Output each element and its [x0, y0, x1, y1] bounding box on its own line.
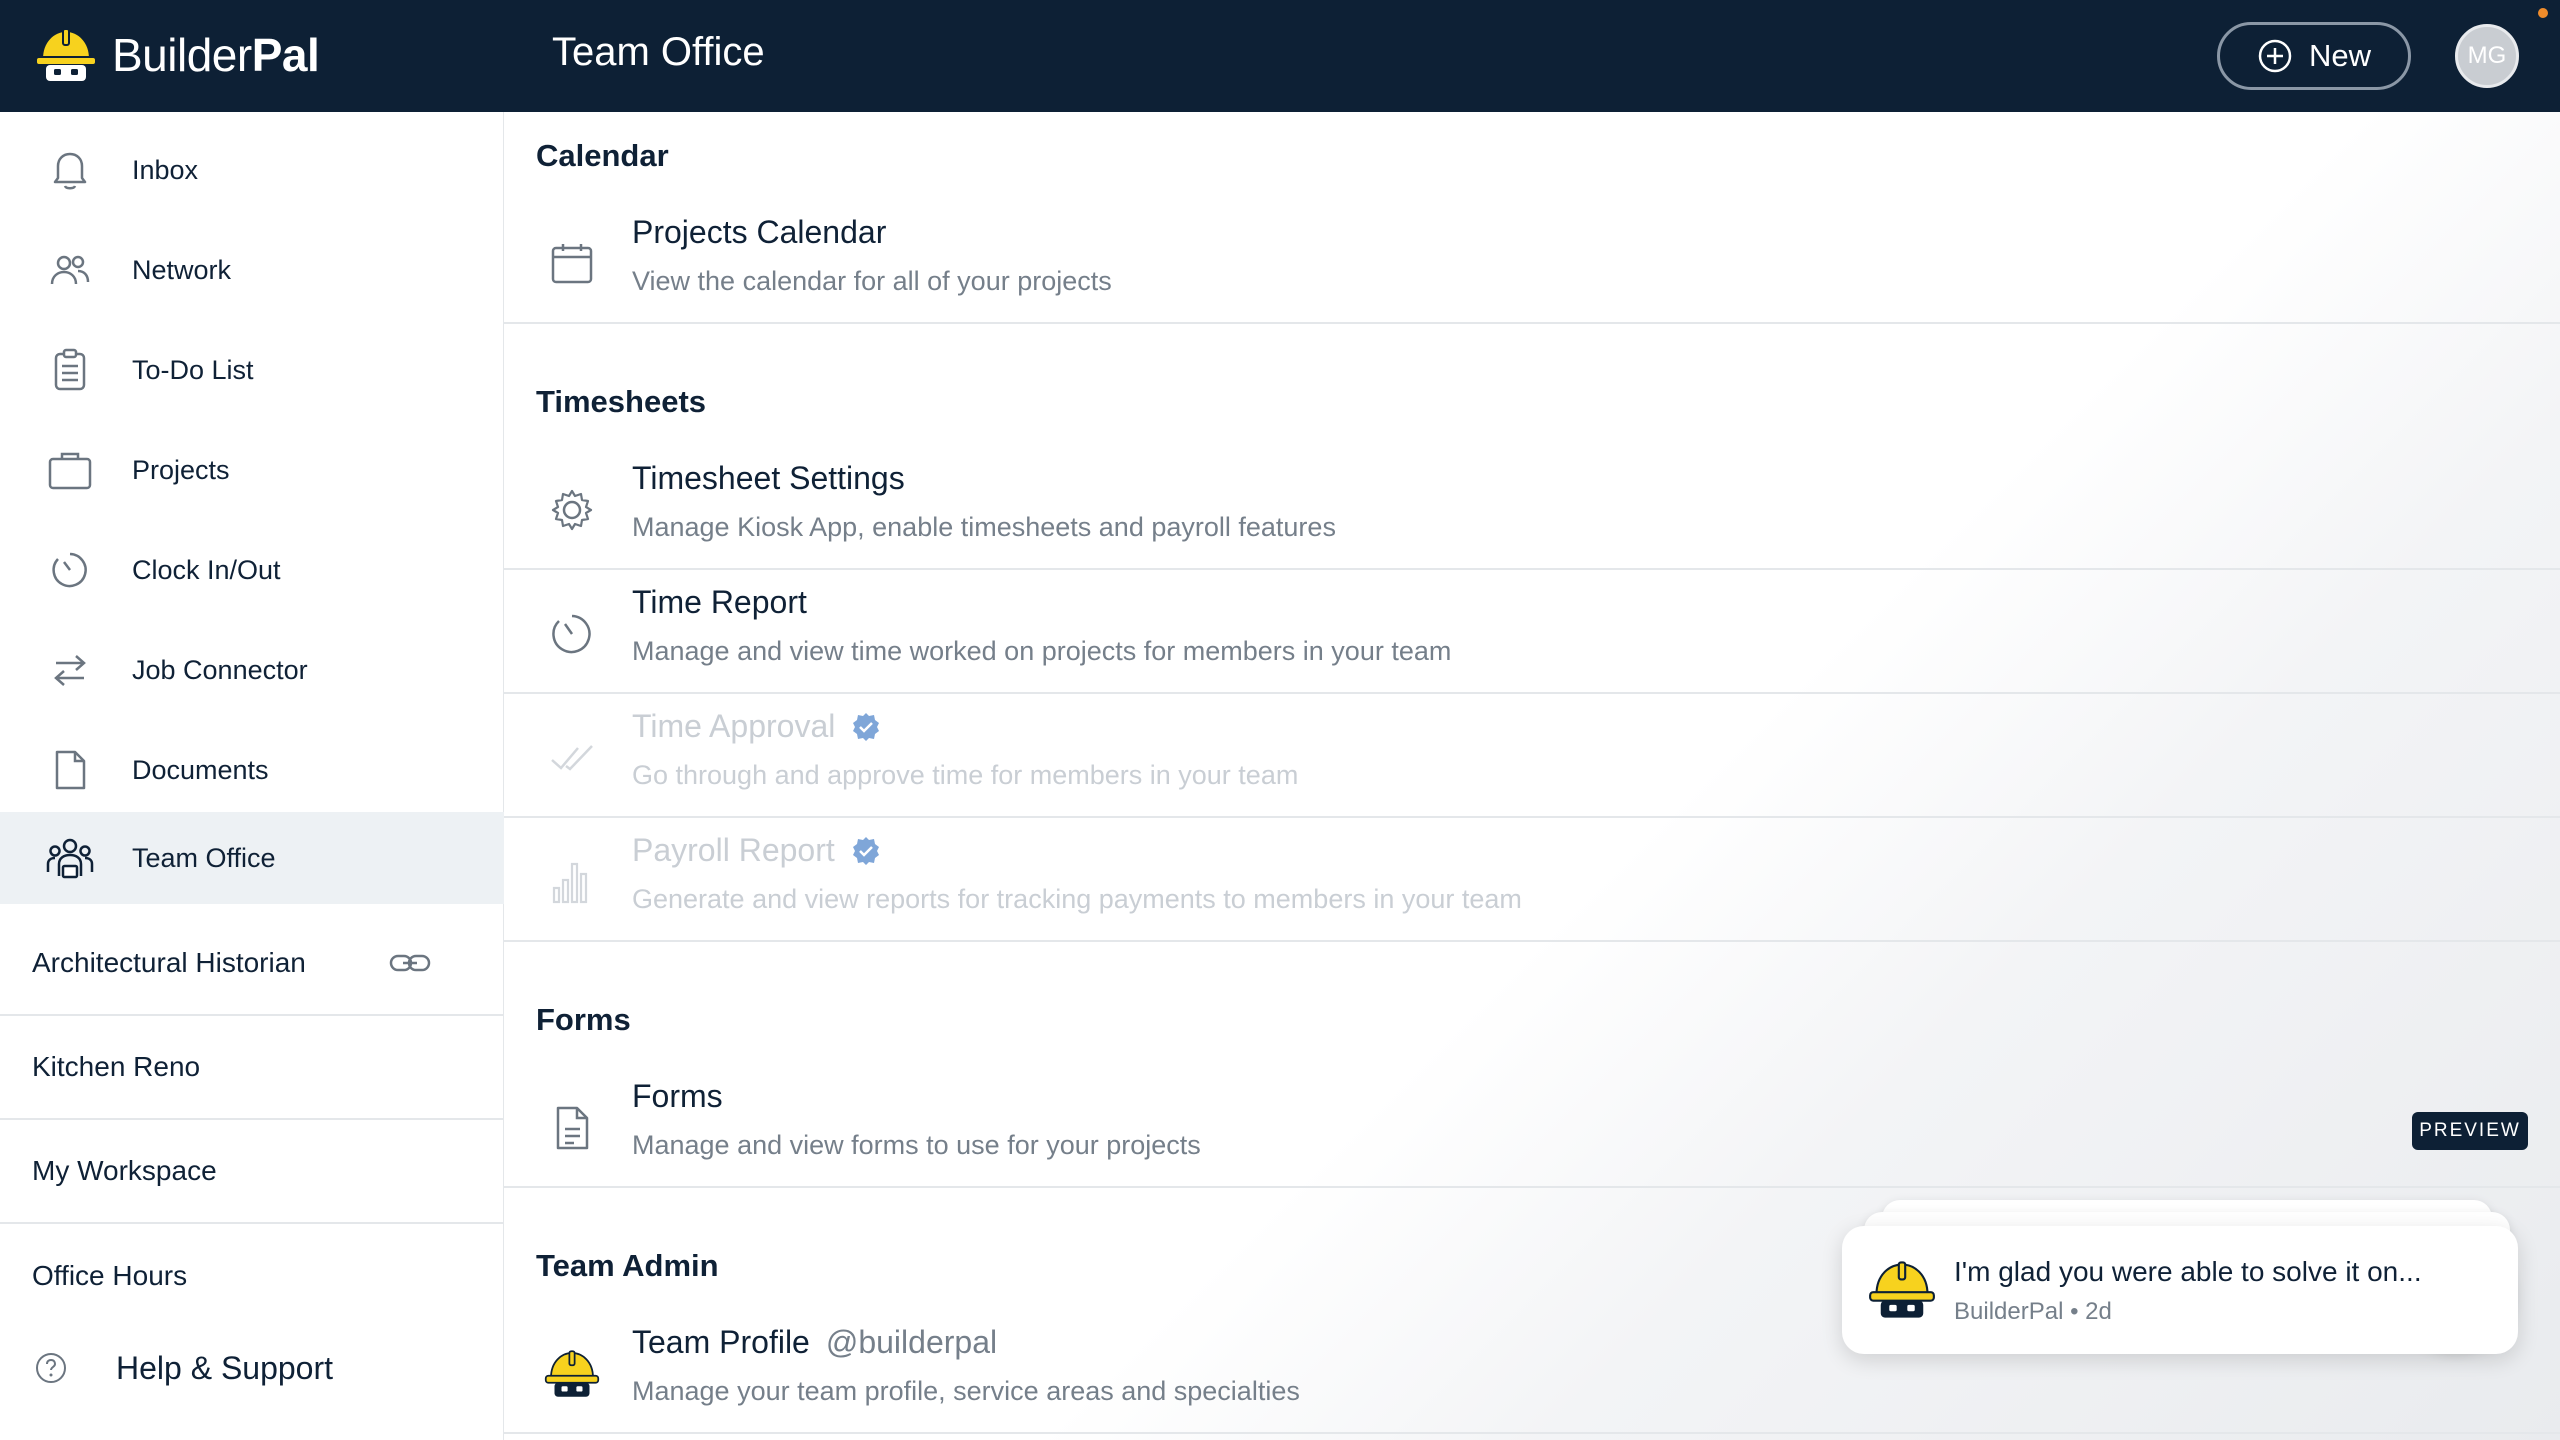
briefcase-icon: [46, 446, 94, 494]
sidebar-item-team-office[interactable]: Team Office: [0, 812, 504, 904]
sidebar-item-job-connector[interactable]: Job Connector: [0, 624, 504, 716]
sidebar-item-label: Documents: [132, 754, 269, 785]
row-description: View the calendar for all of your projec…: [632, 266, 1112, 296]
sidebar-item-clock-in-out[interactable]: Clock In/Out: [0, 524, 504, 616]
workspace-item-office-hours[interactable]: Office Hours: [0, 1224, 504, 1328]
arrows-exchange-icon: [46, 646, 94, 694]
hardhat-avatar-icon: [544, 1346, 600, 1402]
row-title-text: Payroll Report: [632, 832, 835, 868]
chat-notification-toast[interactable]: I'm glad you were able to solve it on...…: [1842, 1226, 2518, 1354]
workspace-item-my-workspace[interactable]: My Workspace: [0, 1120, 504, 1224]
new-button[interactable]: New: [2217, 22, 2411, 90]
row-title: Forms: [632, 1078, 723, 1114]
question-circle-icon: [36, 1353, 66, 1383]
toast-meta: BuilderPal • 2d: [1954, 1298, 2112, 1325]
double-check-icon: [544, 730, 600, 786]
calendar-icon: [544, 236, 600, 292]
row-title: Time Report: [632, 584, 807, 620]
people-icon: [46, 246, 94, 294]
row-payroll-report: Payroll Report Generate and view reports…: [504, 818, 2560, 942]
workspace-label: Kitchen Reno: [32, 1051, 201, 1082]
hardhat-avatar-icon: [1869, 1261, 1935, 1318]
row-timesheet-settings[interactable]: Timesheet Settings Manage Kiosk App, ena…: [504, 446, 2560, 570]
page-title: Team Office: [552, 30, 765, 74]
row-description: Manage and view time worked on projects …: [632, 636, 1452, 666]
row-title: Payroll Report: [632, 832, 881, 869]
row-title: Timesheet Settings: [632, 460, 905, 496]
row-title: Team Profile @builderpal: [632, 1324, 997, 1361]
bar-chart-icon: [544, 854, 600, 910]
row-time-report[interactable]: Time Report Manage and view time worked …: [504, 570, 2560, 694]
sidebar-item-projects[interactable]: Projects: [0, 424, 504, 516]
link-icon: [389, 954, 431, 972]
document-icon: [46, 746, 94, 794]
section-title-forms: Forms: [536, 1002, 631, 1037]
row-description: Manage Kiosk App, enable timesheets and …: [632, 512, 1336, 542]
user-avatar[interactable]: MG: [2455, 24, 2519, 88]
timer-icon: [46, 546, 94, 594]
timer-icon: [544, 606, 600, 662]
top-header: BuilderPal Team Office New MG: [0, 0, 2560, 112]
bell-icon: [46, 146, 94, 194]
help-support-link[interactable]: Help & Support: [0, 1328, 504, 1408]
sidebar-item-todo-list[interactable]: To-Do List: [0, 324, 504, 416]
workspace-label: Architectural Historian: [32, 947, 306, 978]
verified-badge-icon: [852, 836, 879, 865]
sidebar-item-network[interactable]: Network: [0, 224, 504, 316]
row-forms[interactable]: Forms Manage and view forms to use for y…: [504, 1064, 2560, 1188]
sidebar-item-label: Network: [132, 254, 232, 285]
row-title-text: Time Approval: [632, 708, 836, 744]
help-support-label: Help & Support: [116, 1349, 334, 1386]
sidebar-item-label: Job Connector: [132, 654, 308, 685]
toast-message: I'm glad you were able to solve it on...: [1954, 1256, 2422, 1287]
section-title-team-admin: Team Admin: [536, 1248, 719, 1283]
row-title: Time Approval: [632, 708, 881, 745]
row-description: Go through and approve time for members …: [632, 760, 1299, 790]
row-description: Manage your team profile, service areas …: [632, 1376, 1300, 1406]
clipboard-icon: [46, 346, 94, 394]
preview-badge: PREVIEW: [2412, 1112, 2528, 1150]
sidebar-item-documents[interactable]: Documents: [0, 724, 504, 816]
section-title-timesheets: Timesheets: [536, 384, 707, 419]
row-title: Projects Calendar: [632, 214, 887, 250]
sidebar-item-label: Team Office: [132, 842, 276, 873]
form-document-icon: [544, 1100, 600, 1156]
row-description: Generate and view reports for tracking p…: [632, 884, 1522, 914]
workspace-item-kitchen-reno[interactable]: Kitchen Reno: [0, 1016, 504, 1120]
row-title-text: Team Profile: [632, 1324, 810, 1360]
brand-logo[interactable]: BuilderPal: [34, 20, 320, 90]
sidebar-item-label: To-Do List: [132, 354, 254, 385]
notification-dot: [2538, 8, 2548, 18]
sidebar: Inbox Network To-Do List Projects Clock …: [0, 112, 504, 1440]
workspace-label: My Workspace: [32, 1155, 217, 1186]
new-button-label: New: [2308, 38, 2371, 73]
verified-badge-icon: [853, 712, 880, 741]
workspace-label: Office Hours: [32, 1260, 188, 1291]
section-title-calendar: Calendar: [536, 138, 669, 173]
workspace-item-architectural-historian[interactable]: Architectural Historian: [0, 912, 504, 1016]
row-projects-calendar[interactable]: Projects Calendar View the calendar for …: [504, 200, 2560, 324]
sidebar-item-inbox[interactable]: Inbox: [0, 124, 504, 216]
sidebar-item-label: Inbox: [132, 154, 199, 185]
row-description: Manage and view forms to use for your pr…: [632, 1130, 1201, 1160]
plus-circle-icon: [2258, 39, 2292, 73]
team-handle: @builderpal: [825, 1324, 998, 1360]
sidebar-item-label: Clock In/Out: [132, 554, 281, 585]
team-icon: [46, 834, 94, 882]
sidebar-item-label: Projects: [132, 454, 230, 485]
brand-name: BuilderPal: [112, 29, 320, 81]
hardhat-logo-icon: [35, 28, 97, 81]
gear-icon: [544, 482, 600, 538]
row-time-approval: Time Approval Go through and approve tim…: [504, 694, 2560, 818]
